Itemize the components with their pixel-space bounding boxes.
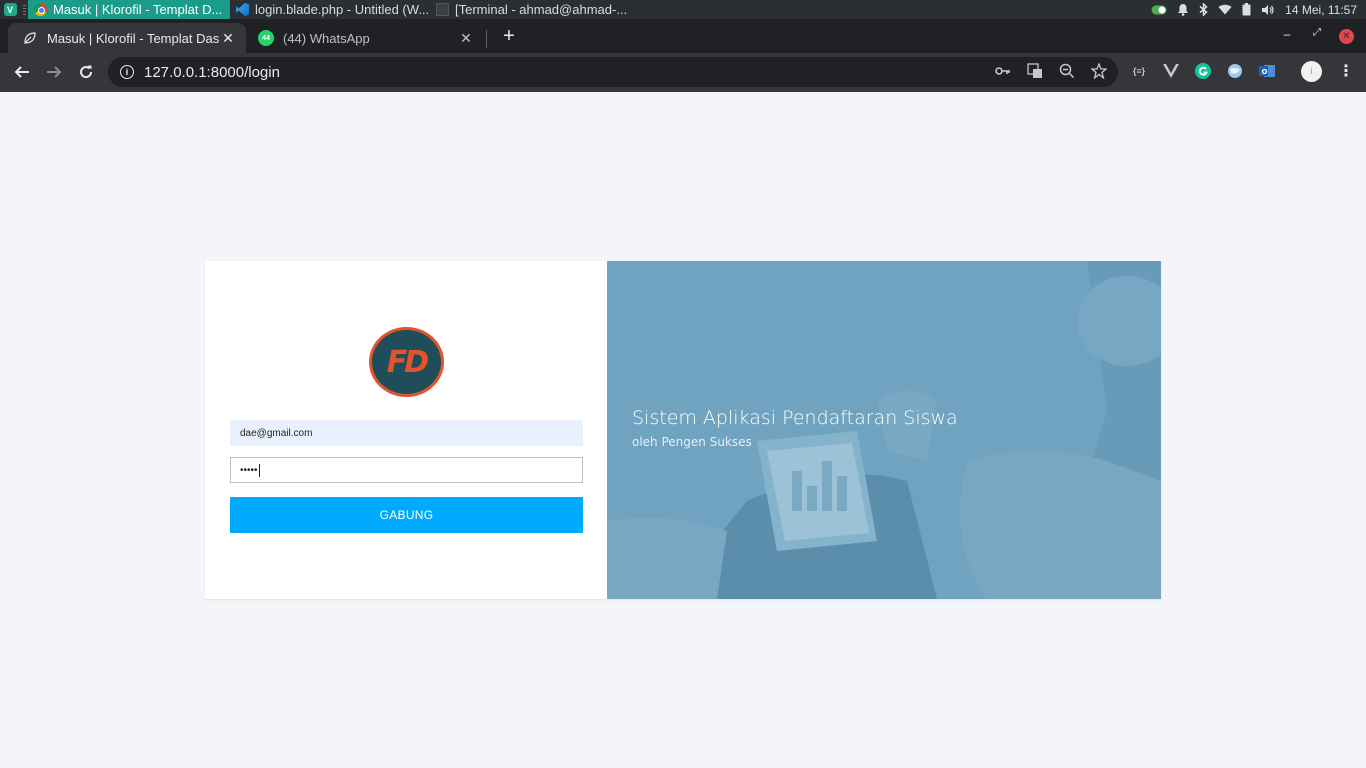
- notification-bell-icon[interactable]: [1177, 3, 1189, 16]
- wifi-icon[interactable]: [1218, 4, 1232, 15]
- json-extension-icon[interactable]: {≡}: [1130, 62, 1148, 80]
- login-submit-button[interactable]: GABUNG: [230, 497, 583, 533]
- address-bar[interactable]: i 127.0.0.1:8000/login: [108, 57, 1118, 87]
- grammarly-icon[interactable]: [1194, 62, 1212, 80]
- leaf-icon: [22, 30, 38, 46]
- app-menu-icon: V: [3, 3, 17, 16]
- reload-button[interactable]: [70, 56, 102, 88]
- taskbar-item-label: [Terminal - ahmad@ahmad-...: [455, 2, 628, 17]
- more-menu-icon[interactable]: ⋮: [1338, 61, 1354, 81]
- tab-title: (44) WhatsApp: [283, 30, 370, 46]
- zoom-out-icon[interactable]: [1059, 63, 1075, 79]
- whatsapp-icon: 44: [258, 30, 274, 46]
- close-tab-icon[interactable]: ✕: [220, 30, 236, 47]
- forward-arrow-icon: [47, 66, 62, 78]
- svg-text:O: O: [1262, 68, 1268, 76]
- hero-subtitle: oleh Pengen Sukses: [632, 435, 752, 449]
- chrome-icon: [34, 3, 47, 16]
- taskbar-item-label: Masuk | Klorofil - Templat D...: [53, 2, 223, 17]
- brand-logo: FD: [369, 327, 444, 397]
- system-tray: 14 Mei, 11:57: [1151, 3, 1366, 17]
- globe-extension-icon[interactable]: [1226, 62, 1244, 80]
- hero-background-image: [607, 261, 1161, 599]
- back-button[interactable]: [6, 56, 38, 88]
- volume-icon[interactable]: [1261, 4, 1275, 16]
- clock[interactable]: 14 Mei, 11:57: [1285, 3, 1357, 17]
- terminal-icon: [436, 3, 449, 16]
- bookmark-star-icon[interactable]: [1091, 63, 1107, 79]
- minimize-window-icon[interactable]: –: [1279, 27, 1295, 41]
- os-taskbar: V Masuk | Klorofil - Templat D... login.…: [0, 0, 1366, 19]
- login-card: FD dae@gmail.com ••••• GABUNG Sistem Apl…: [205, 261, 1161, 599]
- close-window-icon[interactable]: ✕: [1339, 29, 1354, 44]
- login-form-pane: FD dae@gmail.com ••••• GABUNG: [205, 261, 607, 599]
- vue-devtools-icon[interactable]: [1162, 62, 1180, 80]
- close-tab-icon[interactable]: ✕: [458, 30, 474, 47]
- tab-login[interactable]: Masuk | Klorofil - Templat Dashb ✕: [8, 23, 246, 53]
- tab-divider: [486, 30, 487, 48]
- restore-window-icon[interactable]: ⤢: [1309, 27, 1325, 38]
- logo-text: FD: [386, 344, 429, 380]
- password-mask: •••••: [240, 464, 258, 476]
- translate-icon[interactable]: [1027, 63, 1043, 79]
- text-cursor: [258, 463, 260, 477]
- battery-icon[interactable]: [1242, 3, 1251, 16]
- password-field[interactable]: •••••: [230, 457, 583, 483]
- network-toggle-icon[interactable]: [1151, 5, 1167, 15]
- forward-button[interactable]: [38, 56, 70, 88]
- new-tab-button[interactable]: +: [498, 25, 520, 47]
- app-menu-button[interactable]: V: [0, 0, 20, 19]
- site-info-icon[interactable]: i: [120, 65, 134, 79]
- back-arrow-icon: [14, 66, 29, 78]
- tab-title: Masuk | Klorofil - Templat Dashb: [47, 30, 220, 46]
- browser-tab-strip: Masuk | Klorofil - Templat Dashb ✕ 44 (4…: [0, 19, 1366, 53]
- bluetooth-icon[interactable]: [1199, 3, 1208, 16]
- hero-pane: Sistem Aplikasi Pendaftaran Siswa oleh P…: [607, 261, 1161, 599]
- taskbar-item-label: login.blade.php - Untitled (W...: [255, 2, 430, 17]
- taskbar-item-terminal[interactable]: [Terminal - ahmad@ahmad-...: [430, 0, 630, 19]
- reload-icon: [80, 65, 93, 79]
- taskbar-item-chrome[interactable]: Masuk | Klorofil - Templat D...: [28, 0, 230, 19]
- profile-avatar[interactable]: i: [1301, 61, 1322, 82]
- vscode-icon: [236, 3, 249, 16]
- hero-title: Sistem Aplikasi Pendaftaran Siswa: [632, 407, 958, 429]
- taskbar-handle: [20, 0, 28, 19]
- email-field[interactable]: dae@gmail.com: [230, 420, 583, 446]
- taskbar-item-vscode[interactable]: login.blade.php - Untitled (W...: [230, 0, 430, 19]
- whatsapp-badge: 44: [258, 30, 274, 46]
- url-text: 127.0.0.1:8000/login: [144, 63, 280, 81]
- key-icon[interactable]: [995, 63, 1011, 79]
- outlook-extension-icon[interactable]: O: [1258, 62, 1276, 80]
- tab-whatsapp[interactable]: 44 (44) WhatsApp ✕: [244, 23, 484, 53]
